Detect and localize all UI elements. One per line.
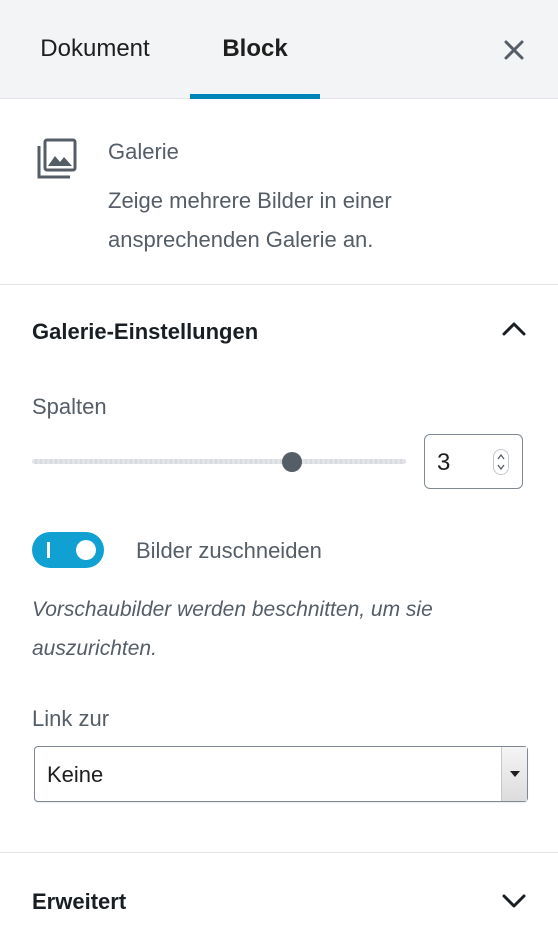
gallery-settings-toggle[interactable]: Galerie-Einstellungen <box>0 285 558 377</box>
gallery-settings-title: Galerie-Einstellungen <box>32 319 259 344</box>
advanced-title: Erweitert <box>32 889 127 914</box>
chevron-up-icon <box>497 454 505 460</box>
chevron-down-icon <box>502 894 526 908</box>
crop-images-toggle[interactable] <box>32 532 104 568</box>
tab-block[interactable]: Block <box>190 0 320 99</box>
columns-value: 3 <box>437 449 451 476</box>
tab-document[interactable]: Dokument <box>0 0 190 98</box>
columns-number-input[interactable]: 3 <box>424 434 523 489</box>
columns-slider[interactable] <box>32 452 406 472</box>
block-description: Zeige mehrere Bilder in einer ansprechen… <box>108 188 392 252</box>
advanced-toggle[interactable]: Erweitert <box>0 852 558 946</box>
slider-track <box>32 459 406 464</box>
caret-down-icon <box>509 771 520 777</box>
block-card: Galerie Zeige mehrere Bilder in einer an… <box>0 99 558 285</box>
toggle-on-indicator <box>47 542 50 558</box>
chevron-down-icon <box>497 464 505 470</box>
crop-images-help: Vorschaubilder werden beschnitten, um si… <box>32 598 433 660</box>
block-title: Galerie <box>108 139 179 164</box>
columns-label: Spalten <box>32 394 107 419</box>
gallery-icon <box>37 138 77 179</box>
link-to-select[interactable]: Keine <box>34 746 528 802</box>
number-spinner[interactable] <box>493 449 509 475</box>
link-to-label: Link zur <box>32 706 110 731</box>
crop-images-label[interactable]: Bilder zuschneiden <box>136 538 322 564</box>
dropdown-arrow <box>501 747 527 801</box>
sidebar-tabs: Dokument Block <box>0 0 558 99</box>
toggle-knob <box>76 540 96 560</box>
chevron-up-icon <box>502 322 526 336</box>
slider-thumb[interactable] <box>282 452 302 472</box>
link-to-value: Keine <box>47 762 104 787</box>
close-icon <box>504 40 524 60</box>
close-button[interactable] <box>488 28 540 72</box>
